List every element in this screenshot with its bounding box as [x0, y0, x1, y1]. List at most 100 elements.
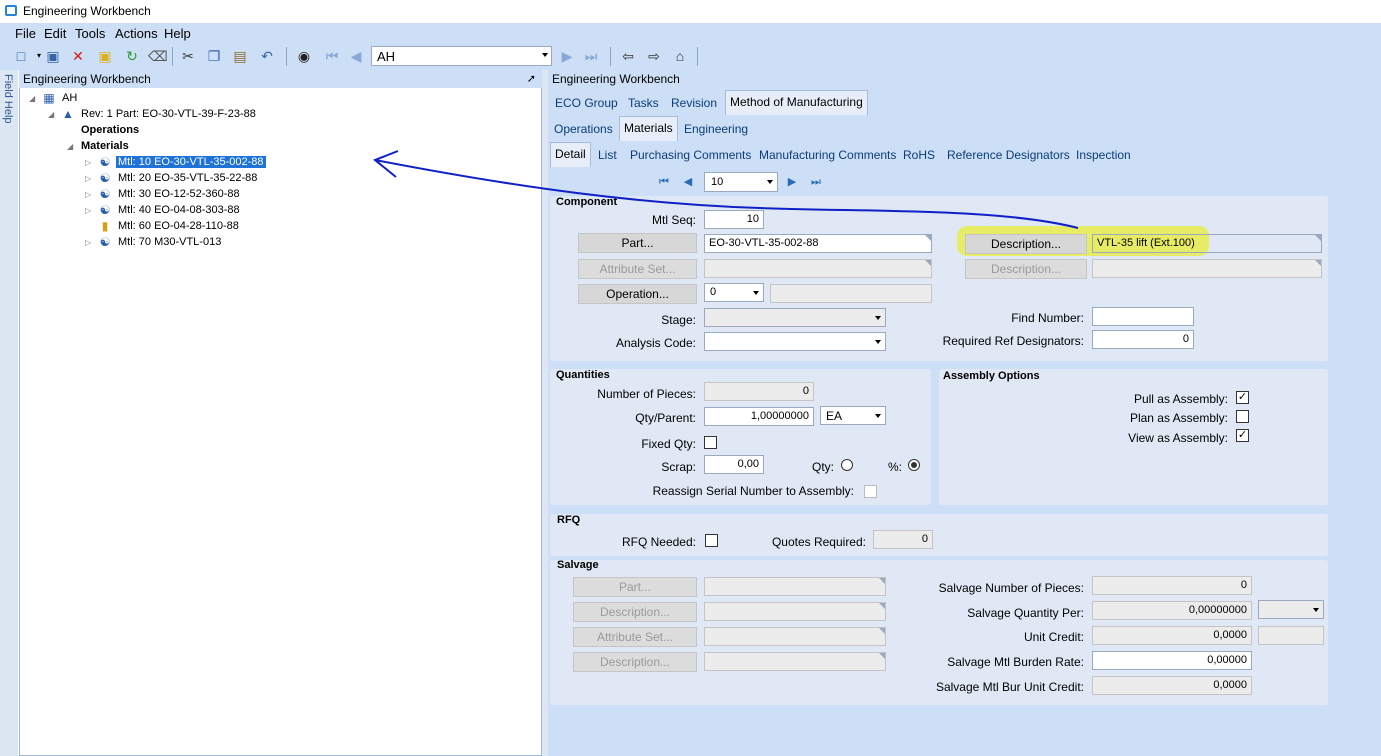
record-selector[interactable]: 10 [704, 172, 778, 192]
previous-record-icon[interactable]: ◀ [347, 47, 365, 65]
next-record-icon[interactable]: ▶ [784, 173, 800, 191]
expand-icon[interactable]: ▷ [85, 206, 91, 215]
scrap-percent-radio[interactable] [908, 459, 920, 471]
search-binoculars-icon[interactable]: ◉ [295, 47, 313, 65]
tab-manufacturing-comments[interactable]: Manufacturing Comments [755, 146, 900, 164]
tab-purchasing-comments[interactable]: Purchasing Comments [626, 146, 755, 164]
part-field[interactable]: EO-30-VTL-35-002-88 [704, 234, 932, 253]
tree-material-item[interactable]: Mtl: 10 EO-30-VTL-35-002-88 [116, 156, 266, 168]
chevron-down-icon[interactable] [875, 340, 881, 344]
salvage-description-2-button[interactable]: Description... [573, 652, 697, 672]
tab-materials[interactable]: Materials [619, 116, 678, 141]
menu-help[interactable]: Help [164, 26, 191, 41]
refresh-icon[interactable]: ↻ [123, 47, 141, 65]
first-record-icon[interactable]: ⏮ [656, 173, 672, 191]
collapse-icon[interactable]: ◢ [29, 94, 35, 103]
tree-material-item[interactable]: Mtl: 20 EO-35-VTL-35-22-88 [118, 172, 257, 184]
open-folder-icon[interactable]: ▣ [96, 47, 114, 65]
fixed-qty-checkbox[interactable] [704, 436, 717, 449]
clear-icon[interactable]: ⌫ [148, 47, 168, 65]
field-corner [879, 603, 885, 609]
description-button[interactable]: Description... [965, 234, 1087, 254]
tab-method-of-manufacturing[interactable]: Method of Manufacturing [725, 90, 868, 115]
expand-icon[interactable]: ▷ [85, 158, 91, 167]
tree-material-item[interactable]: Mtl: 60 EO-04-28-110-88 [118, 220, 239, 232]
tab-inspection[interactable]: Inspection [1072, 146, 1135, 164]
chevron-down-icon[interactable] [753, 291, 759, 295]
tree-revision[interactable]: Rev: 1 Part: EO-30-VTL-39-F-23-88 [81, 108, 256, 120]
home-icon[interactable]: ⌂ [671, 47, 689, 65]
salvage-attribute-set-button[interactable]: Attribute Set... [573, 627, 697, 647]
find-number-field[interactable] [1092, 307, 1194, 326]
salvage-description-button[interactable]: Description... [573, 602, 697, 622]
tab-eco-group[interactable]: ECO Group [551, 94, 622, 112]
menu-tools[interactable]: Tools [75, 26, 105, 41]
plan-as-assembly-checkbox[interactable] [1236, 410, 1249, 423]
tree-operations[interactable]: Operations [81, 124, 139, 136]
first-record-icon[interactable]: ⏮ [323, 47, 341, 65]
chevron-down-icon[interactable] [875, 316, 881, 320]
tab-reference-designators[interactable]: Reference Designators [943, 146, 1074, 164]
tab-rohs[interactable]: RoHS [899, 146, 939, 164]
paste-icon[interactable]: ▤ [231, 47, 249, 65]
operation-select[interactable]: 0 [704, 283, 764, 302]
number-of-pieces-field: 0 [704, 382, 814, 401]
collapse-icon[interactable]: ◢ [48, 110, 54, 119]
menu-edit[interactable]: Edit [44, 26, 66, 41]
tree-material-item[interactable]: Mtl: 40 EO-04-08-303-88 [118, 204, 240, 216]
tree-root[interactable]: AH [62, 92, 77, 104]
expand-icon[interactable]: ▷ [85, 238, 91, 247]
scrap-field[interactable]: 0,00 [704, 455, 764, 474]
back-icon[interactable]: ⇦ [619, 47, 637, 65]
chevron-down-icon[interactable] [767, 180, 773, 184]
scrap-qty-radio[interactable] [841, 459, 853, 471]
tab-operations[interactable]: Operations [550, 120, 617, 138]
new-icon[interactable]: □ [12, 47, 30, 65]
save-icon[interactable]: ▣ [44, 47, 62, 65]
operation-button[interactable]: Operation... [578, 284, 697, 304]
search-combo[interactable]: AH [371, 46, 552, 66]
delete-icon[interactable]: ✕ [69, 47, 87, 65]
salvage-mtl-burden-rate-field[interactable]: 0,00000 [1092, 651, 1252, 670]
next-record-icon[interactable]: ▶ [558, 47, 576, 65]
field-help-strip[interactable]: Field Help [0, 70, 18, 756]
required-ref-designators-field[interactable]: 0 [1092, 330, 1194, 349]
tab-detail[interactable]: Detail [550, 142, 591, 167]
radio-selected-dot [911, 462, 917, 468]
expand-icon[interactable]: ▷ [85, 190, 91, 199]
menu-file[interactable]: File [15, 26, 36, 41]
menu-actions[interactable]: Actions [115, 26, 158, 41]
uom-select[interactable]: EA [820, 406, 886, 425]
tree-material-item[interactable]: Mtl: 70 M30-VTL-013 [118, 236, 221, 248]
qty-parent-field[interactable]: 1,00000000 [704, 407, 814, 426]
cut-icon[interactable]: ✂ [179, 47, 197, 65]
tree-material-item[interactable]: Mtl: 30 EO-12-52-360-88 [118, 188, 240, 200]
part-button[interactable]: Part... [578, 233, 697, 253]
expand-icon[interactable]: ▷ [85, 174, 91, 183]
description-field[interactable]: VTL-35 lift (Ext.100) [1092, 234, 1322, 253]
tab-revision[interactable]: Revision [667, 94, 721, 112]
collapse-icon[interactable]: ◢ [67, 142, 73, 151]
pull-as-assembly-checkbox[interactable]: ✓ [1236, 391, 1249, 404]
tree-materials[interactable]: Materials [81, 140, 129, 152]
forward-icon[interactable]: ⇨ [645, 47, 663, 65]
tab-engineering[interactable]: Engineering [680, 120, 752, 138]
stage-select[interactable] [704, 308, 886, 327]
view-as-assembly-checkbox[interactable]: ✓ [1236, 429, 1249, 442]
description-2-button[interactable]: Description... [965, 259, 1087, 279]
pin-icon[interactable]: ➚ [527, 72, 536, 85]
previous-record-icon[interactable]: ◀ [680, 173, 696, 191]
rfq-needed-checkbox[interactable] [705, 534, 718, 547]
last-record-icon[interactable]: ⏭ [582, 47, 600, 65]
undo-icon[interactable]: ↶ [258, 47, 276, 65]
attribute-set-button[interactable]: Attribute Set... [578, 259, 697, 279]
copy-icon[interactable]: ❐ [205, 47, 223, 65]
chevron-down-icon[interactable] [542, 53, 548, 57]
tab-list[interactable]: List [594, 146, 621, 164]
chevron-down-icon[interactable] [875, 414, 881, 418]
analysis-code-select[interactable] [704, 332, 886, 351]
mtl-seq-field[interactable]: 10 [704, 210, 764, 229]
tab-tasks[interactable]: Tasks [624, 94, 663, 112]
last-record-icon[interactable]: ⏭ [808, 173, 824, 191]
salvage-part-button[interactable]: Part... [573, 577, 697, 597]
